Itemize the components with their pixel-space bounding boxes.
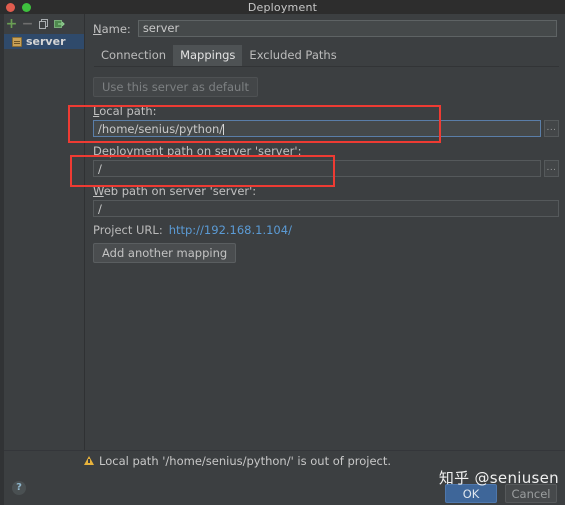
project-url-row: Project URL: http://192.168.1.104/ [93, 223, 559, 237]
deployment-path-input[interactable]: / [93, 160, 541, 177]
deployment-dialog: Deployment + − server Name: server Conne… [0, 0, 565, 505]
server-list: server [0, 32, 84, 49]
local-path-value: /home/senius/python/ [98, 122, 224, 136]
web-path-group: Web path on server 'server': / [93, 184, 559, 217]
server-icon [12, 36, 22, 47]
window-edge-strip [0, 14, 4, 505]
local-path-input[interactable]: /home/senius/python/ [93, 120, 541, 137]
local-path-group: Local path: /home/senius/python/ ... [93, 104, 559, 137]
minus-icon: − [21, 16, 34, 32]
web-path-label: Web path on server 'server': [93, 184, 257, 198]
project-url-label: Project URL: [93, 223, 163, 237]
title-bar: Deployment [0, 0, 565, 14]
server-sidebar: + − server [0, 14, 85, 450]
main-pane: Name: Connection Mappings Excluded Paths… [85, 14, 565, 450]
name-row: Name: [91, 14, 559, 37]
web-path-input[interactable]: / [93, 200, 559, 217]
text-caret [223, 124, 225, 135]
tab-connection[interactable]: Connection [94, 45, 173, 66]
tab-mappings[interactable]: Mappings [173, 45, 243, 66]
watermark: 知乎 @seniusen [438, 469, 559, 487]
sidebar-toolbar: + − [0, 14, 84, 32]
warning-triangle-icon [84, 456, 94, 465]
export-icon[interactable] [54, 19, 65, 30]
tab-excluded-paths[interactable]: Excluded Paths [242, 45, 343, 66]
window-title: Deployment [247, 1, 318, 14]
add-another-mapping-button[interactable]: Add another mapping [93, 243, 237, 263]
sidebar-item-label: server [26, 35, 66, 48]
local-path-label: Local path: [93, 104, 157, 118]
project-url-link[interactable]: http://192.168.1.104/ [169, 223, 292, 237]
deployment-path-row: / ... [93, 160, 559, 177]
name-input[interactable] [137, 20, 557, 37]
deployment-path-browse-button[interactable]: ... [544, 160, 559, 177]
copy-icon[interactable] [38, 19, 49, 30]
settings-tabs: Connection Mappings Excluded Paths [94, 45, 559, 67]
local-path-browse-button[interactable]: ... [544, 120, 559, 137]
name-label: Name: [93, 21, 131, 36]
deployment-path-label: Deployment path on server 'server': [93, 144, 302, 158]
dialog-body: + − server Name: server Connection Mappi… [0, 14, 565, 450]
use-as-default-button[interactable]: Use this server as default [93, 77, 258, 97]
deployment-path-group: Deployment path on server 'server': / ..… [93, 144, 559, 177]
local-path-row: /home/senius/python/ ... [93, 120, 559, 137]
mappings-panel: Use this server as default Local path: /… [91, 67, 559, 450]
help-icon[interactable]: ? [12, 480, 26, 495]
web-path-row: / [93, 200, 559, 217]
plus-icon[interactable]: + [6, 17, 18, 31]
sidebar-item-server[interactable]: server [0, 34, 84, 49]
warning-text: Local path '/home/senius/python/' is out… [99, 453, 392, 468]
